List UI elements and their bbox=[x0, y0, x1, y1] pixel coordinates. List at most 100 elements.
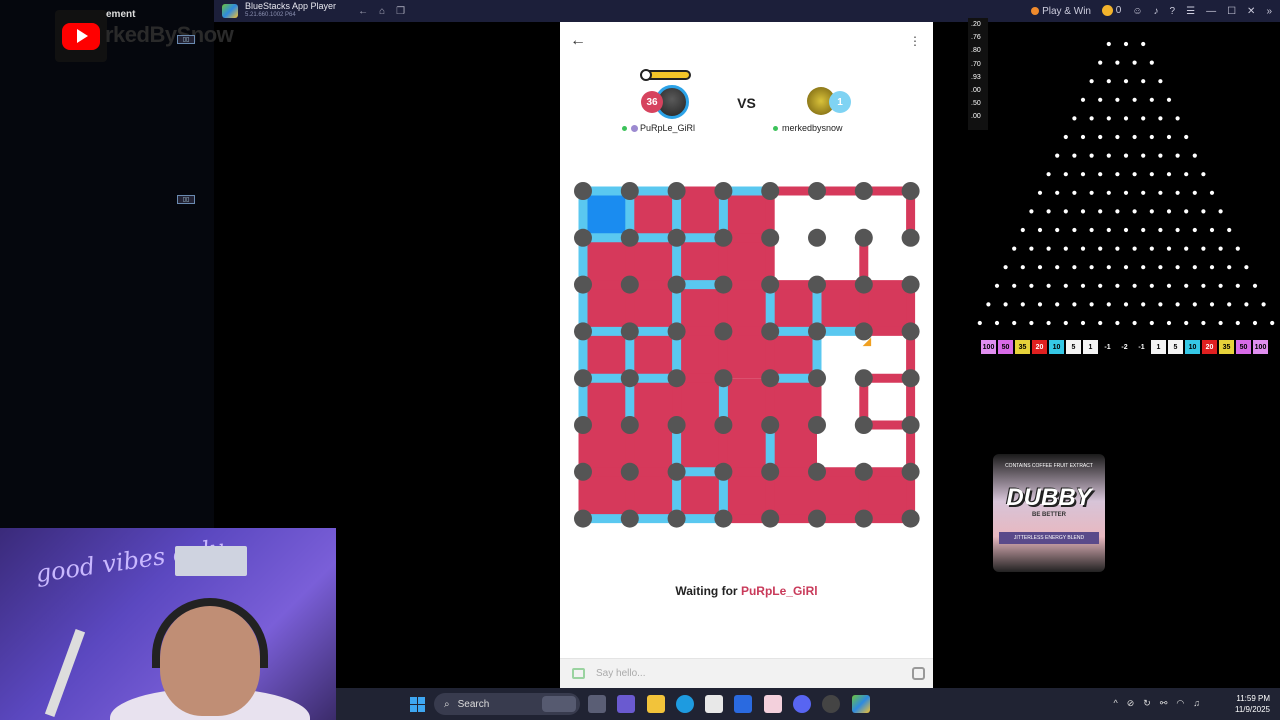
chevron-up-icon[interactable]: ^ bbox=[1114, 698, 1118, 709]
plinko-peg bbox=[1063, 134, 1068, 140]
board-dot bbox=[620, 322, 639, 341]
plinko-peg bbox=[1209, 265, 1215, 270]
plinko-peg bbox=[1244, 265, 1249, 270]
close-icon[interactable]: ✕ bbox=[1247, 6, 1255, 17]
plinko-slot: 100 bbox=[1253, 340, 1268, 354]
plinko-peg bbox=[1098, 60, 1103, 65]
taskbar-search[interactable]: ⌕ Search bbox=[434, 693, 580, 715]
play-win-button[interactable]: Play & Win bbox=[1031, 6, 1091, 17]
teams-icon[interactable] bbox=[617, 695, 635, 713]
plinko-peg bbox=[1037, 265, 1043, 270]
account-icon[interactable]: ☺ bbox=[1132, 6, 1142, 17]
recent-apps-icon[interactable]: ❐ bbox=[396, 6, 405, 17]
app-version: 5.21.660.1002 P64 bbox=[245, 12, 296, 18]
bell-icon[interactable]: ♪ bbox=[1154, 6, 1159, 17]
coin-counter[interactable]: 0 bbox=[1101, 5, 1121, 17]
board-dot bbox=[714, 182, 733, 200]
waiting-prefix: Waiting for bbox=[675, 584, 738, 598]
claimed-box bbox=[770, 331, 817, 379]
plinko-peg bbox=[1012, 320, 1017, 326]
file-explorer-icon[interactable] bbox=[647, 695, 665, 713]
back-icon[interactable]: ← bbox=[358, 6, 368, 17]
wifi-icon[interactable]: ◠ bbox=[1176, 698, 1184, 709]
plinko-peg bbox=[1166, 97, 1172, 102]
sidebar-toggle-icon[interactable]: » bbox=[1266, 6, 1272, 17]
plinko-peg bbox=[1209, 302, 1215, 307]
minimize-icon[interactable]: — bbox=[1206, 6, 1216, 17]
board-dot bbox=[574, 509, 592, 528]
plinko-peg bbox=[1037, 190, 1043, 195]
plinko-peg bbox=[1106, 190, 1111, 195]
plinko-peg bbox=[1175, 265, 1180, 270]
plinko-peg bbox=[1218, 283, 1223, 288]
plinko-peg bbox=[1132, 209, 1137, 214]
maximize-icon[interactable]: ☐ bbox=[1227, 6, 1236, 17]
coin-icon bbox=[1101, 5, 1113, 17]
plinko-peg bbox=[1209, 190, 1215, 195]
chat-icon[interactable] bbox=[572, 668, 585, 679]
plinko-peg bbox=[1149, 172, 1154, 177]
board-dot bbox=[901, 322, 920, 341]
home-icon[interactable]: ⌂ bbox=[379, 6, 385, 17]
plinko-peg bbox=[1201, 246, 1206, 251]
claimed-box bbox=[629, 471, 677, 519]
store-icon[interactable] bbox=[705, 695, 723, 713]
sticker-icon[interactable] bbox=[912, 667, 925, 680]
board-dot bbox=[667, 322, 686, 341]
board-dot bbox=[854, 275, 873, 294]
chat-bar[interactable]: Say hello... bbox=[560, 658, 933, 688]
plinko-peg bbox=[1166, 320, 1172, 326]
board-dot bbox=[808, 322, 826, 341]
copilot-icon[interactable] bbox=[734, 695, 752, 713]
sync-icon[interactable]: ↻ bbox=[1143, 698, 1151, 709]
webcam-feed: good vibes only bbox=[0, 528, 336, 720]
plinko-peg bbox=[1149, 209, 1154, 214]
board-dot bbox=[854, 369, 873, 388]
system-clock[interactable]: 11:59 PM 11/9/2025 bbox=[1235, 693, 1270, 715]
plinko-peg bbox=[1106, 227, 1111, 233]
menu-icon[interactable]: ☰ bbox=[1186, 6, 1195, 17]
windows-start-icon[interactable] bbox=[410, 697, 425, 712]
plinko-peg bbox=[1055, 190, 1060, 195]
claimed-box bbox=[770, 425, 817, 472]
claimed-box bbox=[863, 284, 911, 332]
plinko-peg bbox=[1080, 209, 1086, 214]
chat-input[interactable]: Say hello... bbox=[596, 668, 645, 679]
discord-icon[interactable] bbox=[793, 695, 811, 713]
plinko-peg bbox=[1132, 97, 1137, 102]
plinko-peg bbox=[1184, 246, 1189, 251]
board-dot bbox=[901, 275, 920, 294]
app-title-block: BlueStacks App Player 5.21.660.1002 P64 bbox=[245, 2, 336, 20]
edge-icon[interactable] bbox=[676, 695, 694, 713]
task-view-icon[interactable] bbox=[588, 695, 606, 713]
plinko-peg bbox=[1218, 320, 1223, 326]
plinko-peg bbox=[1098, 283, 1103, 288]
help-icon[interactable]: ? bbox=[1170, 6, 1176, 17]
air-conditioner bbox=[175, 546, 247, 576]
plinko-peg bbox=[1201, 283, 1206, 288]
plinko-slot: 1 bbox=[1151, 340, 1166, 354]
plinko-peg bbox=[1270, 320, 1275, 326]
board-dot bbox=[620, 228, 639, 247]
clock-date: 11/9/2025 bbox=[1235, 705, 1270, 714]
plinko-peg bbox=[1080, 172, 1086, 177]
paint-icon[interactable] bbox=[764, 695, 782, 713]
dots-and-boxes-board[interactable] bbox=[560, 22, 933, 542]
plinko-peg bbox=[1029, 209, 1034, 214]
plinko-peg bbox=[1149, 97, 1154, 102]
muted-notification-icon[interactable]: ⊘ bbox=[1127, 698, 1135, 709]
bluestacks-taskbar-icon[interactable] bbox=[852, 695, 870, 713]
volume-icon[interactable]: ♫ bbox=[1193, 698, 1200, 709]
plinko-peg bbox=[1115, 172, 1120, 177]
network-icon[interactable]: ⚯ bbox=[1160, 698, 1168, 709]
board-dot bbox=[667, 462, 686, 481]
board-dot bbox=[854, 182, 873, 200]
board-dot bbox=[808, 462, 826, 481]
obs-icon[interactable] bbox=[822, 695, 840, 713]
stream-overlay-panel: ement rkedBySnow ▯▯ ▯▯ bbox=[0, 0, 234, 528]
claimed-box bbox=[676, 331, 724, 379]
plinko-peg bbox=[1020, 265, 1025, 270]
plinko-peg bbox=[1089, 116, 1094, 121]
plinko-peg bbox=[1149, 60, 1154, 65]
board-dot bbox=[620, 462, 639, 481]
